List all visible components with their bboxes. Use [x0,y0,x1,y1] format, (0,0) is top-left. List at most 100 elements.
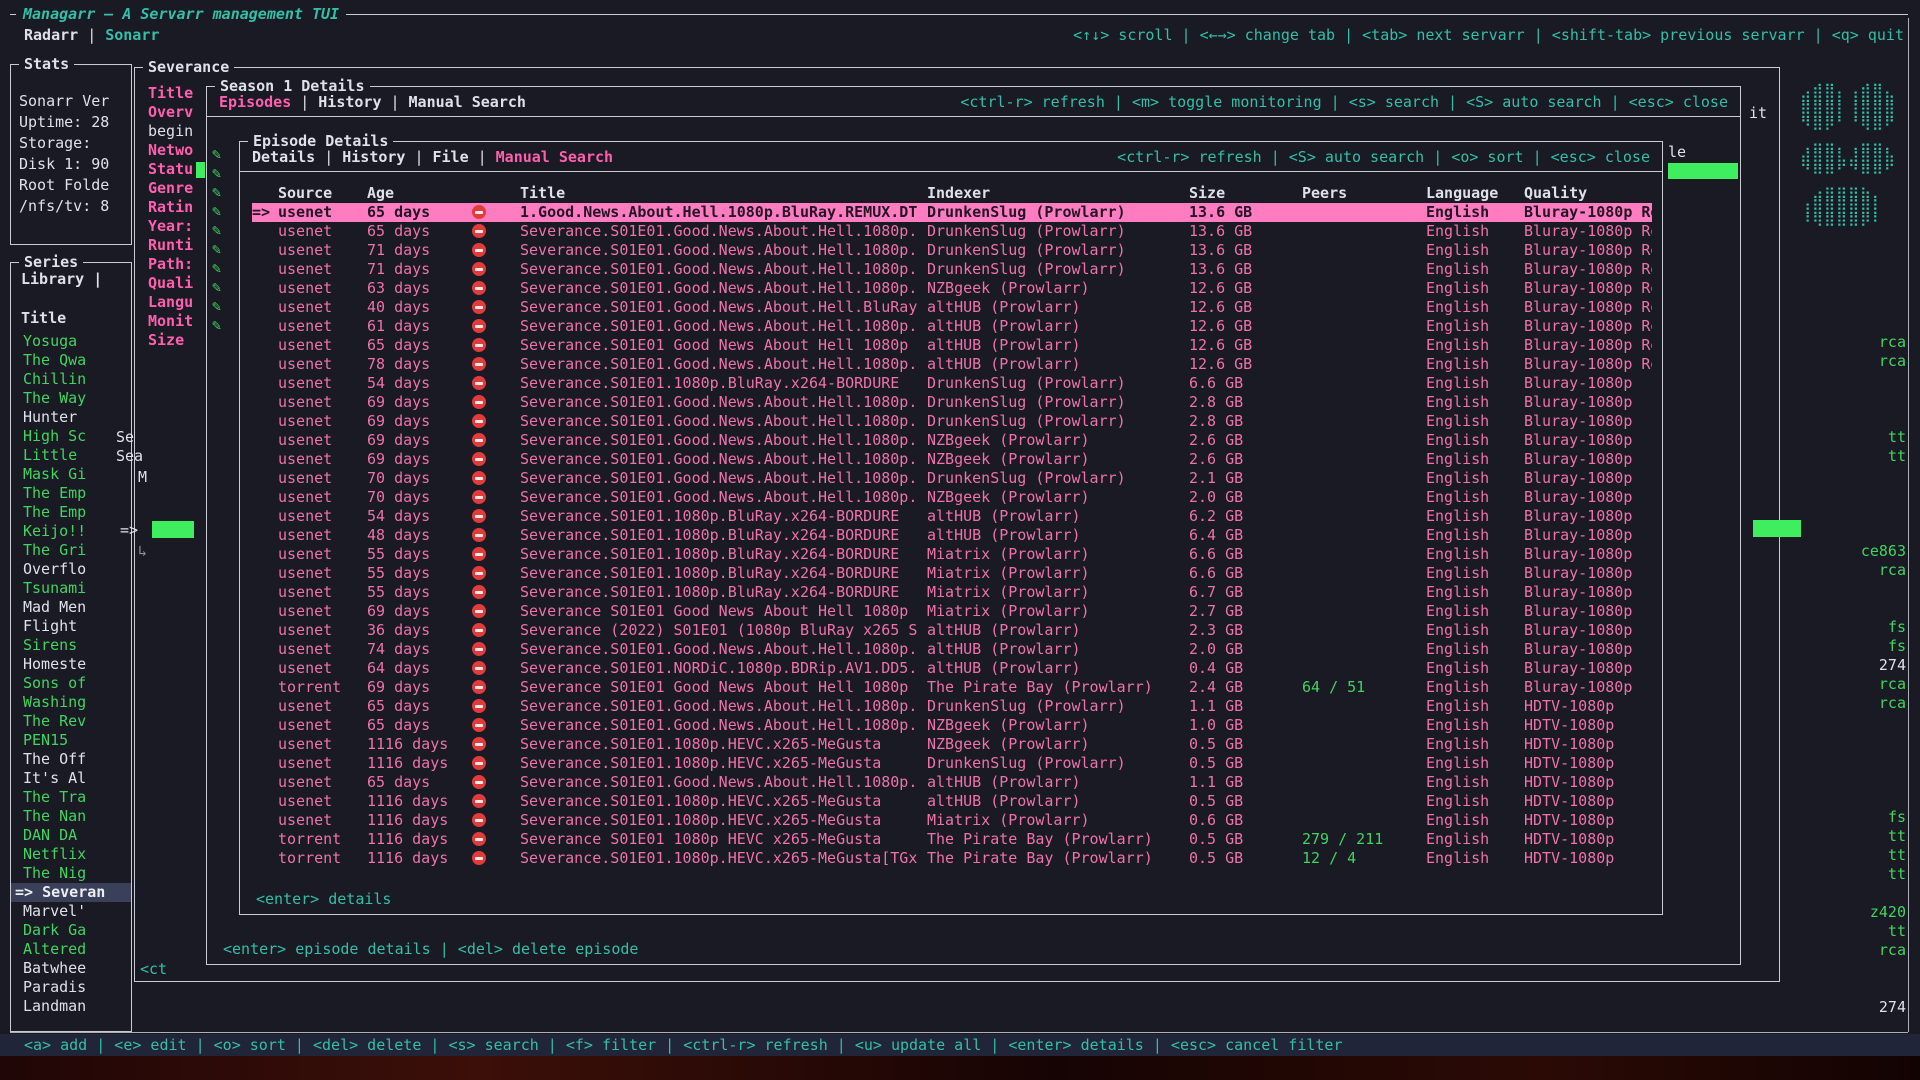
tab-manual-search[interactable]: Manual Search [496,148,613,166]
series-list-item[interactable]: Homeste [11,655,131,674]
release-row[interactable]: usenet71 daysSeverance.S01E01.Good.News.… [252,260,1652,279]
series-list-item[interactable]: The Rev [11,712,131,731]
series-list-item[interactable]: Sons of [11,674,131,693]
tab-history[interactable]: History [318,93,381,111]
release-row[interactable]: usenet69 daysSeverance S01E01 Good News … [252,602,1652,621]
release-row[interactable]: usenet74 daysSeverance.S01E01.Good.News.… [252,640,1652,659]
series-list-item[interactable]: Keijo!! [11,522,131,541]
series-list-item[interactable]: High Sc [11,427,131,446]
release-row[interactable]: =>usenet65 days1.Good.News.About.Hell.10… [252,203,1652,222]
series-list-item[interactable]: Batwhee [11,959,131,978]
release-row[interactable]: usenet69 daysSeverance.S01E01.Good.News.… [252,393,1652,412]
release-row[interactable]: usenet78 daysSeverance.S01E01.Good.News.… [252,355,1652,374]
season-modal-footer-keys: <enter> episode details | <del> delete e… [223,940,638,958]
release-row[interactable]: usenet63 daysSeverance.S01E01.Good.News.… [252,279,1652,298]
series-list-item[interactable]: Altered [11,940,131,959]
release-row[interactable]: usenet48 daysSeverance.S01E01.1080p.BluR… [252,526,1652,545]
release-row[interactable]: torrent69 daysSeverance S01E01 Good News… [252,678,1652,697]
tab-file[interactable]: File [433,148,469,166]
series-list-item[interactable]: Mask Gi [11,465,131,484]
series-list-item[interactable]: PEN15 [11,731,131,750]
rejected-icon [472,623,486,637]
fragment-hook: ↳ [138,542,147,560]
release-row[interactable]: usenet65 daysSeverance.S01E01.Good.News.… [252,773,1652,792]
rejected-icon [472,414,486,428]
series-list-item[interactable]: The Off [11,750,131,769]
series-list-item[interactable]: Tsunami [11,579,131,598]
release-row[interactable]: usenet61 daysSeverance.S01E01.Good.News.… [252,317,1652,336]
highlight-block [1668,163,1738,179]
tab-sonarr[interactable]: Sonarr [105,26,159,44]
release-row[interactable]: usenet40 daysSeverance.S01E01.Good.News.… [252,298,1652,317]
release-row[interactable]: usenet1116 daysSeverance.S01E01.1080p.HE… [252,754,1652,773]
severance-panel-title: Severance [143,58,234,76]
release-row[interactable]: usenet55 daysSeverance.S01E01.1080p.BluR… [252,545,1652,564]
tab-history[interactable]: History [342,148,405,166]
release-row[interactable]: torrent1116 daysSeverance S01E01 1080p H… [252,830,1652,849]
series-list-item[interactable]: Dark Ga [11,921,131,940]
stats-line: Sonarr Ver [19,91,123,112]
series-list-item[interactable]: Mad Men [11,598,131,617]
release-row[interactable]: usenet1116 daysSeverance.S01E01.1080p.HE… [252,735,1652,754]
tab-radarr[interactable]: Radarr [24,26,78,44]
series-list-item[interactable]: Netflix [11,845,131,864]
series-list-item[interactable]: The Gri [11,541,131,560]
series-tab-library[interactable]: Library | [21,269,131,289]
severance-field-label: Runti [148,236,204,255]
series-list-item[interactable]: Hunter [11,408,131,427]
series-list-item[interactable]: Washing [11,693,131,712]
tab-episodes[interactable]: Episodes [219,93,291,111]
series-list-item[interactable]: Landman [11,997,131,1016]
release-row[interactable]: usenet71 daysSeverance.S01E01.Good.News.… [252,241,1652,260]
release-row[interactable]: usenet65 daysSeverance.S01E01.Good.News.… [252,222,1652,241]
series-list-item[interactable]: Paradis [11,978,131,997]
release-row[interactable]: usenet1116 daysSeverance.S01E01.1080p.HE… [252,811,1652,830]
stats-panel: Stats Sonarr VerUptime: 28Storage:Disk 1… [10,64,132,245]
release-row[interactable]: usenet55 daysSeverance.S01E01.1080p.BluR… [252,564,1652,583]
series-list-item[interactable]: Marvel' [11,902,131,921]
series-list-item[interactable]: Chillin [11,370,131,389]
tab-details[interactable]: Details [252,148,315,166]
monitor-icon: ✎ [212,297,221,316]
release-row[interactable]: usenet69 daysSeverance.S01E01.Good.News.… [252,431,1652,450]
release-row[interactable]: usenet64 daysSeverance.S01E01.NORDiC.108… [252,659,1652,678]
series-list-item[interactable]: The Nan [11,807,131,826]
episode-modal-footer-keys: <enter> details [256,890,391,908]
release-row[interactable]: usenet55 daysSeverance.S01E01.1080p.BluR… [252,583,1652,602]
rejected-icon [472,851,486,865]
series-list-item[interactable]: Flight [11,617,131,636]
series-list-item[interactable]: DAN DA [11,826,131,845]
tab-manual-search[interactable]: Manual Search [409,93,526,111]
release-row[interactable]: usenet65 daysSeverance.S01E01.Good.News.… [252,716,1652,735]
series-list-item[interactable]: The Emp [11,484,131,503]
release-row[interactable]: usenet70 daysSeverance.S01E01.Good.News.… [252,469,1652,488]
series-list-item[interactable]: Overflo [11,560,131,579]
release-row[interactable]: usenet54 daysSeverance.S01E01.1080p.BluR… [252,507,1652,526]
series-list-item[interactable]: The Emp [11,503,131,522]
release-row[interactable]: usenet36 daysSeverance (2022) S01E01 (10… [252,621,1652,640]
release-row[interactable]: usenet65 daysSeverance.S01E01 Good News … [252,336,1652,355]
right-column-fragment: tt [1888,827,1906,845]
background-table-right-border [1908,18,1909,1032]
release-row[interactable]: usenet69 daysSeverance.S01E01.Good.News.… [252,412,1652,431]
fragment-it: it [1749,104,1767,122]
rejected-icon [472,775,486,789]
rejected-icon [472,357,486,371]
release-row[interactable]: usenet54 daysSeverance.S01E01.1080p.BluR… [252,374,1652,393]
series-list-item[interactable]: The Nig [11,864,131,883]
series-list-item[interactable]: Yosuga [11,332,131,351]
episode-modal-title: Episode Details [248,132,393,150]
right-column-fragment: tt [1888,865,1906,883]
series-list-item[interactable]: => Severan [11,883,131,902]
series-list-item[interactable]: The Tra [11,788,131,807]
series-list-item[interactable]: The Way [11,389,131,408]
series-list-item[interactable]: Sirens [11,636,131,655]
series-list-item[interactable]: It's Al [11,769,131,788]
series-list-item[interactable]: The Qwa [11,351,131,370]
series-list-item[interactable]: Little [11,446,131,465]
release-row[interactable]: usenet65 daysSeverance.S01E01.Good.News.… [252,697,1652,716]
release-row[interactable]: usenet1116 daysSeverance.S01E01.1080p.HE… [252,792,1652,811]
release-row[interactable]: torrent1116 daysSeverance.S01E01.1080p.H… [252,849,1652,868]
release-row[interactable]: usenet70 daysSeverance.S01E01.Good.News.… [252,488,1652,507]
release-row[interactable]: usenet69 daysSeverance.S01E01.Good.News.… [252,450,1652,469]
